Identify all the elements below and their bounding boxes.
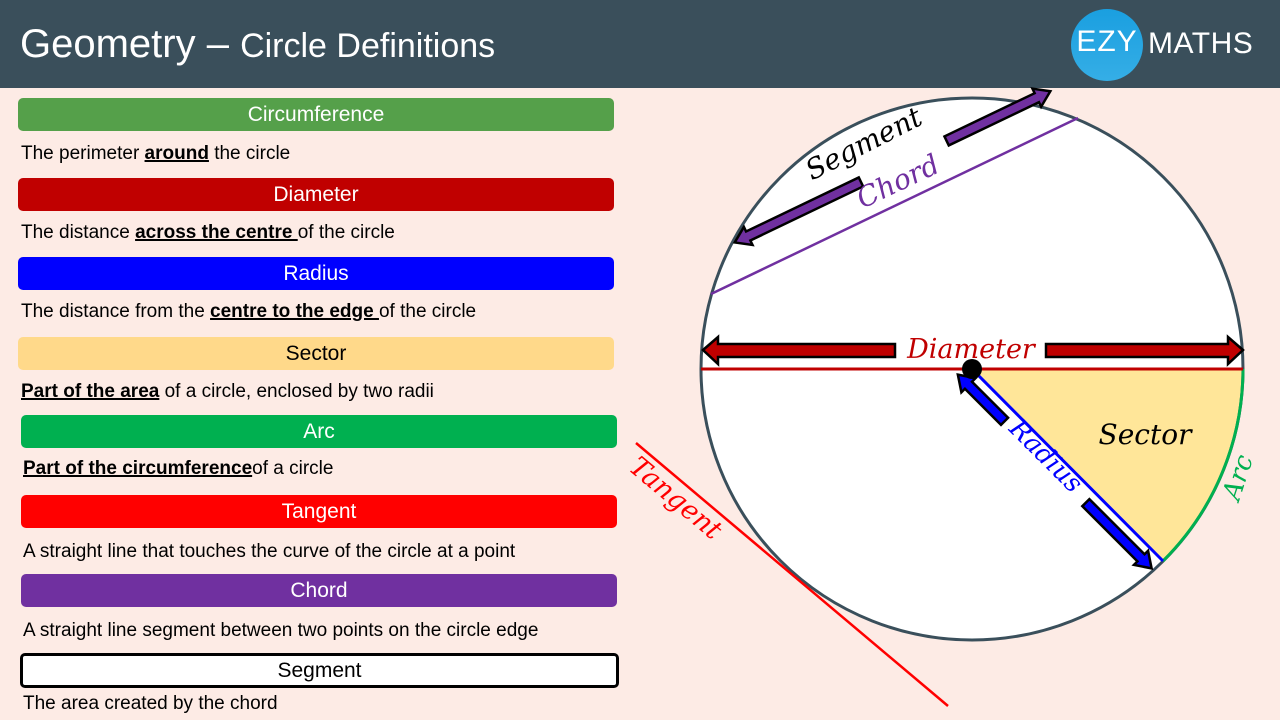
diameter-label: Diameter bbox=[906, 334, 1037, 365]
tangent-label: Tangent bbox=[623, 451, 728, 546]
circle-diagram: Segment Chord Diameter Radius Sector Arc… bbox=[623, 87, 1260, 707]
sector-label: Sector bbox=[1099, 418, 1194, 451]
